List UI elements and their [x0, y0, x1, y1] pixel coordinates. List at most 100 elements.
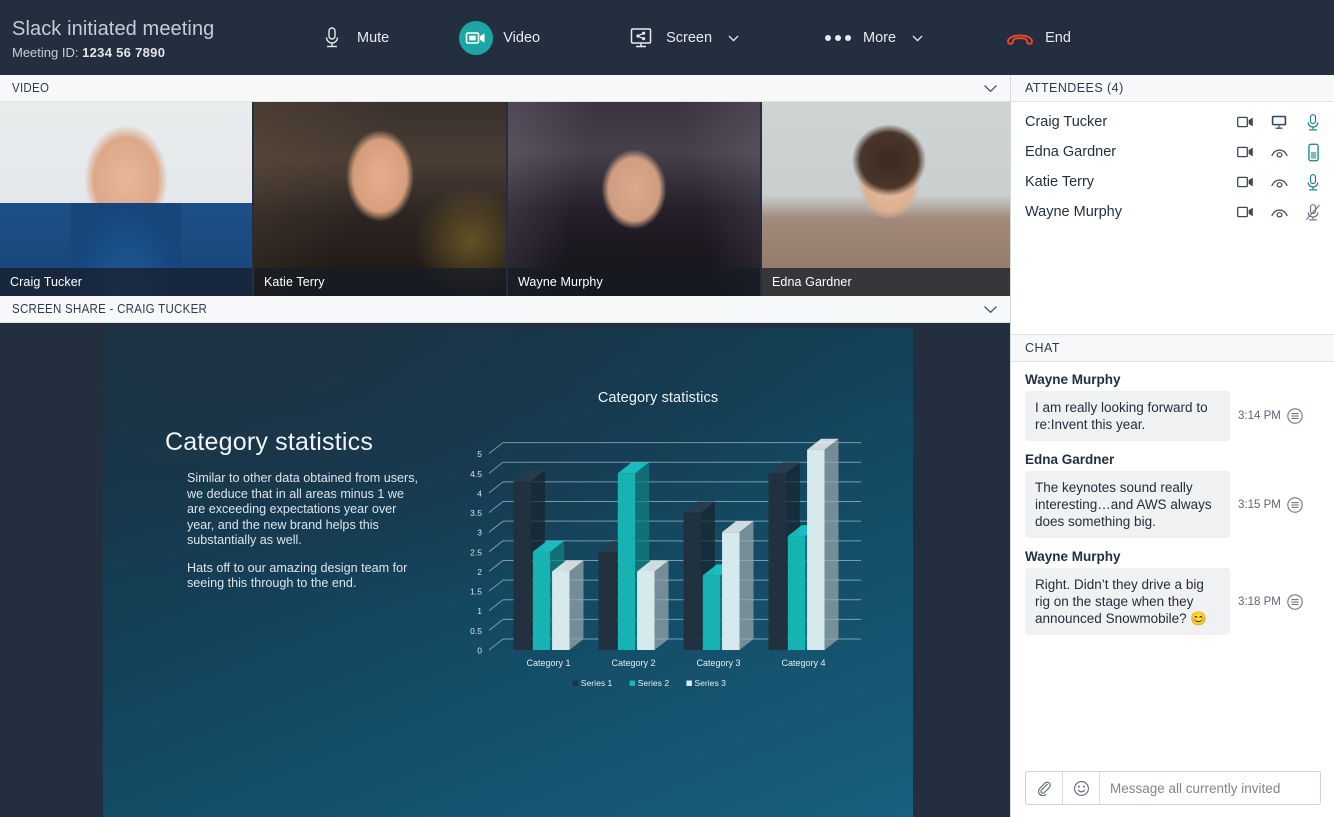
video-camera-icon [1236, 173, 1254, 191]
chevron-down-icon[interactable] [983, 303, 998, 316]
mute-button[interactable]: Mute [317, 23, 389, 53]
attendees-list: Craig Tucker Edna Gardner Katie Terry [1011, 102, 1334, 334]
svg-text:Series 1: Series 1 [581, 678, 613, 688]
hang-up-icon [1005, 23, 1035, 53]
message-bubble[interactable]: I am really looking forward to re:Invent… [1025, 391, 1230, 441]
video-tile-name: Katie Terry [254, 268, 506, 296]
message-bubble[interactable]: The keynotes sound really interesting…an… [1025, 471, 1230, 538]
video-label: Video [503, 30, 540, 46]
slide-body: Similar to other data obtained from user… [187, 471, 420, 592]
meeting-app-window: Slack initiated meeting Meeting ID: 1234… [0, 0, 1334, 817]
attendee-status-icons [1236, 203, 1322, 221]
chat-composer [1011, 761, 1334, 817]
chat-section: CHAT Wayne Murphy I am really looking fo… [1011, 334, 1334, 817]
svg-text:1: 1 [477, 606, 482, 616]
attendee-status-icons [1236, 113, 1322, 131]
video-camera-icon [1236, 203, 1254, 221]
shared-slide[interactable]: Category statistics Similar to other dat… [103, 328, 913, 817]
video-section-title: VIDEO [12, 81, 49, 95]
svg-text:2.5: 2.5 [470, 547, 482, 557]
smiley-icon[interactable] [1063, 772, 1100, 804]
message-author: Edna Gardner [1025, 452, 1322, 467]
chat-title: CHAT [1025, 341, 1060, 355]
eye-icon [1270, 143, 1288, 161]
slide-text-block: Category statistics Similar to other dat… [165, 428, 420, 592]
video-tile[interactable]: Wayne Murphy [508, 102, 760, 296]
screen-share-title: SCREEN SHARE - CRAIG TUCKER [12, 302, 207, 316]
video-tile[interactable]: Craig Tucker [0, 102, 252, 296]
video-camera-icon [459, 21, 493, 55]
mute-label: Mute [357, 30, 389, 46]
svg-text:2: 2 [477, 567, 482, 577]
attendee-name: Katie Terry [1025, 174, 1236, 190]
paperclip-icon[interactable] [1026, 772, 1063, 804]
message-meta: 3:18 PM [1238, 594, 1303, 610]
message-row: The keynotes sound really interesting…an… [1025, 471, 1322, 538]
dial-in-device-icon [1304, 143, 1322, 161]
message-bubble[interactable]: Right. Didn’t they drive a big rig on th… [1025, 568, 1230, 635]
eye-icon [1270, 173, 1288, 191]
chat-header: CHAT [1011, 335, 1334, 362]
slide-paragraph-2: Hats off to our amazing design team for … [187, 561, 420, 592]
chat-message-input[interactable] [1100, 772, 1320, 804]
attendee-name: Craig Tucker [1025, 114, 1236, 130]
attendee-status-icons [1236, 143, 1322, 161]
attendee-name: Wayne Murphy [1025, 204, 1236, 220]
chat-input-bar[interactable] [1025, 771, 1321, 805]
message-time: 3:15 PM [1238, 499, 1281, 511]
message-time: 3:14 PM [1238, 410, 1281, 422]
screen-share-header[interactable]: SCREEN SHARE - CRAIG TUCKER [0, 296, 1010, 323]
svg-text:Category 1: Category 1 [526, 658, 570, 668]
attendee-row[interactable]: Katie Terry [1011, 167, 1334, 197]
attendee-row[interactable]: Wayne Murphy [1011, 197, 1334, 227]
screen-share-stage: Category statistics Similar to other dat… [0, 323, 1010, 817]
message-author: Wayne Murphy [1025, 372, 1322, 387]
screen-share-button[interactable]: Screen [626, 23, 739, 53]
attendees-title: ATTENDEES (4) [1025, 81, 1124, 95]
message-menu-icon[interactable] [1287, 594, 1303, 610]
video-feed-edna [762, 102, 1010, 296]
svg-text:Series 3: Series 3 [694, 678, 726, 688]
svg-text:Series 2: Series 2 [638, 678, 670, 688]
more-label: More [863, 30, 896, 46]
toolbar-controls: Mute Video [300, 21, 1071, 55]
attendee-row[interactable]: Edna Gardner [1011, 137, 1334, 167]
message-menu-icon[interactable] [1287, 497, 1303, 513]
meeting-title: Slack initiated meeting [12, 16, 300, 42]
side-panel: ATTENDEES (4) Craig Tucker Edna Gardner … [1010, 75, 1334, 817]
svg-text:Category 3: Category 3 [696, 658, 740, 668]
microphone-icon [1304, 173, 1322, 191]
screen-share-label: Screen [666, 30, 712, 46]
video-button[interactable]: Video [459, 21, 540, 55]
video-tile[interactable]: Katie Terry [254, 102, 506, 296]
end-call-button[interactable]: End [1005, 23, 1071, 53]
message-row: Right. Didn’t they drive a big rig on th… [1025, 568, 1322, 635]
attendee-row[interactable]: Craig Tucker [1011, 107, 1334, 137]
chat-message: Edna Gardner The keynotes sound really i… [1025, 452, 1322, 538]
attendees-header: ATTENDEES (4) [1011, 75, 1334, 102]
message-meta: 3:14 PM [1238, 408, 1303, 424]
meeting-id-value: 1234 56 7890 [82, 45, 165, 60]
message-meta: 3:15 PM [1238, 497, 1303, 513]
video-section-header[interactable]: VIDEO [0, 75, 1010, 102]
video-tile-strip: Craig Tucker Katie Terry Wayne Murphy Ed… [0, 102, 1010, 296]
more-button[interactable]: More [823, 23, 923, 53]
svg-text:0.5: 0.5 [470, 626, 482, 636]
video-tile[interactable]: Edna Gardner [762, 102, 1010, 296]
microphone-icon [1304, 113, 1322, 131]
message-author: Wayne Murphy [1025, 549, 1322, 564]
chart-canvas: 00.511.522.533.544.55Category 1Category … [443, 412, 873, 712]
end-call-label: End [1045, 30, 1071, 46]
svg-text:3: 3 [477, 528, 482, 538]
meeting-id: Meeting ID: 1234 56 7890 [12, 45, 300, 60]
message-menu-icon[interactable] [1287, 408, 1303, 424]
main-area: VIDEO Craig Tucker Katie Terry Wayne Mur… [0, 75, 1334, 817]
video-camera-icon [1236, 113, 1254, 131]
video-tile-name: Edna Gardner [762, 268, 1010, 296]
chevron-down-icon[interactable] [983, 82, 998, 95]
microphone-muted-icon [1304, 203, 1322, 221]
attendee-status-icons [1236, 173, 1322, 191]
monitor-icon [1270, 113, 1288, 131]
video-feed-katie [254, 102, 506, 296]
chevron-down-icon [728, 29, 739, 47]
